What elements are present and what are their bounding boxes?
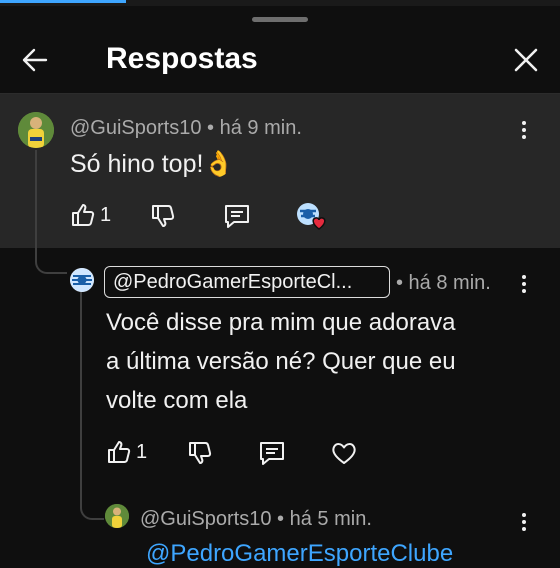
- progress-strip: [0, 0, 560, 6]
- more-options-icon[interactable]: [519, 513, 529, 533]
- comment-text: Só hino top!👌: [70, 150, 235, 178]
- reply-author-chip[interactable]: @PedroGamerEsporteCl...: [104, 266, 390, 298]
- reply-button[interactable]: [223, 203, 251, 229]
- heart-button[interactable]: [330, 440, 358, 466]
- thread-connector: [35, 150, 67, 274]
- comment-time: • há 9 min.: [207, 117, 302, 139]
- thread-connector: [80, 292, 104, 520]
- thumbs-down-icon: [189, 442, 212, 464]
- avatar[interactable]: [105, 504, 129, 528]
- progress-fill: [0, 0, 126, 3]
- close-icon[interactable]: [506, 40, 546, 80]
- comment-time: • há 5 min.: [277, 508, 372, 530]
- like-count: 1: [100, 203, 112, 226]
- comment-author: @PedroGamerEsporteCl...: [113, 271, 353, 293]
- dislike-button[interactable]: [187, 440, 213, 466]
- back-arrow-icon[interactable]: [16, 40, 56, 80]
- comment-icon: [260, 442, 284, 465]
- comment-text-line: a última versão né? Quer que eu: [106, 348, 456, 375]
- creator-heart: [296, 201, 328, 231]
- comment-meta: @GuiSports10 • há 5 min.: [140, 508, 372, 531]
- heart-outline-icon: [332, 443, 356, 464]
- like-button[interactable]: 1: [106, 439, 147, 465]
- dislike-button[interactable]: [150, 203, 176, 229]
- like-button[interactable]: 1: [70, 202, 111, 228]
- comment-text-line: Você disse pra mim que adorava: [106, 309, 456, 336]
- reply-button[interactable]: [258, 440, 286, 466]
- drag-handle[interactable]: [252, 17, 308, 22]
- comment-meta: @GuiSports10 • há 9 min.: [70, 117, 302, 140]
- like-count: 1: [136, 440, 148, 463]
- more-options-icon[interactable]: [519, 121, 529, 141]
- avatar[interactable]: [18, 112, 54, 148]
- panel-header: Respostas: [0, 26, 560, 92]
- comment-author[interactable]: @GuiSports10: [140, 508, 271, 530]
- comment-time: • há 8 min.: [396, 272, 491, 294]
- comment-icon: [225, 205, 249, 228]
- creator-heart-icon: [297, 203, 326, 230]
- page-title: Respostas: [106, 42, 258, 75]
- comment-author[interactable]: @GuiSports10: [70, 117, 201, 139]
- thumbs-up-icon: [108, 441, 131, 463]
- thumbs-up-icon: [72, 204, 95, 226]
- more-options-icon[interactable]: [519, 275, 529, 295]
- mention-link[interactable]: @PedroGamerEsporteClube: [146, 540, 453, 568]
- avatar[interactable]: [70, 268, 94, 292]
- comment-text-line: volte com ela: [106, 387, 248, 414]
- thumbs-down-icon: [152, 205, 175, 227]
